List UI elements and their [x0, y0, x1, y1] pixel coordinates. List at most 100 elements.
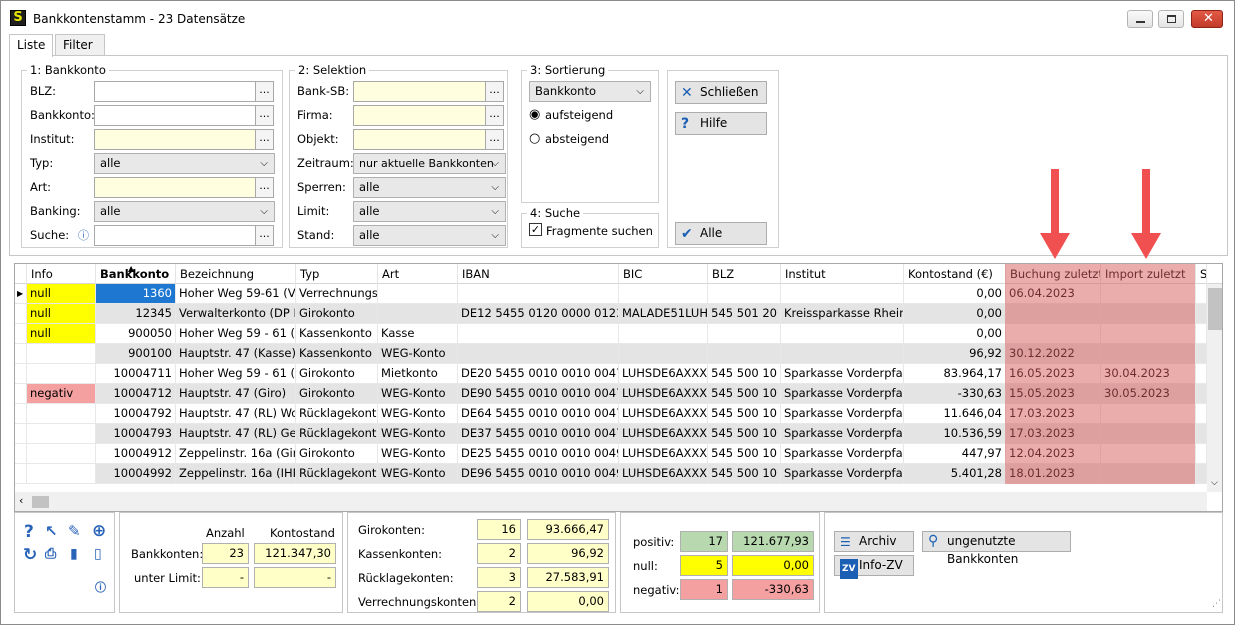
cell-stand[interactable]: 447,97: [904, 444, 1006, 464]
cell-imp[interactable]: [1101, 344, 1196, 364]
hilfe-button[interactable]: ? Hilfe: [675, 112, 767, 135]
cell-art[interactable]: [378, 304, 458, 324]
row-indicator[interactable]: [15, 424, 27, 444]
cell-inst[interactable]: Sparkasse Vorderpfalz: [781, 404, 904, 424]
cell-s[interactable]: [1196, 444, 1207, 464]
cell-blz[interactable]: 545 500 10: [708, 424, 781, 444]
cell-art[interactable]: WEG-Konto: [378, 404, 458, 424]
cell-bic[interactable]: LUHSDE6AXXX: [619, 424, 708, 444]
column-header-bic[interactable]: BIC: [619, 264, 708, 284]
cell-bez[interactable]: Hoher Weg 59 - 61 (Ka: [176, 324, 296, 344]
column-header-info[interactable]: Info: [27, 264, 96, 284]
cell-buch[interactable]: 12.04.2023: [1006, 444, 1101, 464]
objekt-lookup-button[interactable]: ...: [485, 129, 504, 150]
cell-typ[interactable]: Kassenkonto: [296, 324, 378, 344]
row-indicator[interactable]: [15, 444, 27, 464]
scroll-left-icon[interactable]: ‹: [19, 494, 23, 507]
horizontal-scrollbar[interactable]: ‹: [15, 492, 1207, 511]
column-header-institut[interactable]: Institut: [781, 264, 904, 284]
cell-inst[interactable]: Kreissparkasse Rhein-F: [781, 304, 904, 324]
cell-typ[interactable]: Rücklagekonto: [296, 404, 378, 424]
fragmente-checkbox[interactable]: ✓: [529, 223, 542, 236]
cell-iban[interactable]: DE12 5455 0120 0000 0123 45: [458, 304, 619, 324]
cell-bez[interactable]: Hauptstr. 47 (Giro): [176, 384, 296, 404]
cell-art[interactable]: WEG-Konto: [378, 384, 458, 404]
row-indicator[interactable]: [15, 404, 27, 424]
pencil-icon[interactable]: ✎: [68, 522, 81, 540]
table-row[interactable]: 10004912 Zeppelinstr. 16a (Giro) Girokonto…: [15, 444, 1207, 464]
table-row[interactable]: null 12345 Verwalterkonto (DP Im Girokonto D…: [15, 304, 1207, 324]
print-icon[interactable]: ⎙: [45, 546, 56, 562]
cell-konto[interactable]: 10004711: [96, 364, 176, 384]
cell-buch[interactable]: 15.05.2023: [1006, 384, 1101, 404]
cell-blz[interactable]: [708, 284, 781, 304]
cell-bez[interactable]: Hauptstr. 47 (RL) Woh: [176, 404, 296, 424]
cell-typ[interactable]: Rücklagekonto: [296, 424, 378, 444]
cell-konto[interactable]: 12345: [96, 304, 176, 324]
banksb-input[interactable]: [353, 81, 486, 102]
cell-blz[interactable]: [708, 344, 781, 364]
limit-select[interactable]: alle ⌵: [353, 201, 506, 222]
fragmente-label[interactable]: Fragmente suchen: [546, 224, 653, 238]
art-input[interactable]: [94, 177, 256, 198]
cell-imp[interactable]: 30.05.2023: [1101, 384, 1196, 404]
row-indicator[interactable]: ▶: [15, 284, 27, 304]
cell-konto[interactable]: 900100: [96, 344, 176, 364]
banksb-lookup-button[interactable]: ...: [485, 81, 504, 102]
cell-art[interactable]: WEG-Konto: [378, 444, 458, 464]
info-icon[interactable]: ⓘ: [78, 227, 89, 243]
cell-typ[interactable]: Girokonto: [296, 444, 378, 464]
cell-konto[interactable]: 900050: [96, 324, 176, 344]
typ-select[interactable]: alle ⌵: [94, 153, 275, 174]
row-indicator[interactable]: [15, 344, 27, 364]
cell-art[interactable]: WEG-Konto: [378, 344, 458, 364]
institut-input[interactable]: [94, 129, 256, 150]
row-indicator[interactable]: [15, 324, 27, 344]
objekt-input[interactable]: [353, 129, 486, 150]
column-header-typ[interactable]: Typ: [296, 264, 378, 284]
cell-bez[interactable]: Hoher Weg 59 - 61 (Gi: [176, 364, 296, 384]
firma-input[interactable]: [353, 105, 486, 126]
column-header-kontostand[interactable]: Kontostand (€): [904, 264, 1006, 284]
cell-info[interactable]: [27, 424, 96, 444]
infozv-button[interactable]: ZV Info-ZV: [834, 555, 914, 579]
zeitraum-select[interactable]: nur aktuelle Bankkonten ⌵: [353, 153, 506, 174]
bankkonto-input[interactable]: [94, 105, 256, 126]
column-header-bezeichnung[interactable]: Bezeichnung: [176, 264, 296, 284]
cell-stand[interactable]: 0,00: [904, 284, 1006, 304]
close-window-button[interactable]: ✕: [1191, 10, 1223, 28]
cell-typ[interactable]: Girokonto: [296, 304, 378, 324]
cell-inst[interactable]: Sparkasse Vorderpfalz: [781, 464, 904, 484]
cell-buch[interactable]: 16.05.2023: [1006, 364, 1101, 384]
cell-inst[interactable]: Sparkasse Vorderpfalz: [781, 384, 904, 404]
cell-buch[interactable]: [1006, 324, 1101, 344]
sperren-select[interactable]: alle ⌵: [353, 177, 506, 198]
bankkonto-lookup-button[interactable]: ...: [255, 105, 274, 126]
cell-bez[interactable]: Zeppelinstr. 16a (Giro): [176, 444, 296, 464]
cell-info[interactable]: [27, 404, 96, 424]
cell-stand[interactable]: 0,00: [904, 304, 1006, 324]
cell-blz[interactable]: 545 500 10: [708, 444, 781, 464]
office-icon[interactable]: ▮: [70, 546, 78, 562]
cell-typ[interactable]: Kassenkonto: [296, 344, 378, 364]
cell-s[interactable]: [1196, 424, 1207, 444]
column-header-buchung[interactable]: Buchung zuletzt: [1006, 264, 1101, 284]
resize-grip-icon[interactable]: ⋰: [1212, 599, 1221, 609]
cell-stand[interactable]: 96,92: [904, 344, 1006, 364]
ungenutzte-bankkonten-button[interactable]: ⚲ ungenutzte Bankkonten: [922, 531, 1071, 566]
cell-blz[interactable]: 545 500 10: [708, 384, 781, 404]
cell-iban[interactable]: DE25 5455 0010 0010 0049 12: [458, 444, 619, 464]
cell-blz[interactable]: 545 500 10: [708, 464, 781, 484]
cell-stand[interactable]: 5.401,28: [904, 464, 1006, 484]
column-header-blz[interactable]: BLZ: [708, 264, 781, 284]
cell-info[interactable]: [27, 344, 96, 364]
cell-imp[interactable]: [1101, 404, 1196, 424]
cell-typ[interactable]: Girokonto: [296, 364, 378, 384]
refresh-icon[interactable]: ↻: [23, 545, 37, 565]
cell-stand[interactable]: 10.536,59: [904, 424, 1006, 444]
cell-iban[interactable]: DE37 5455 0010 0010 0047 93: [458, 424, 619, 444]
column-header-iban[interactable]: IBAN: [458, 264, 619, 284]
radio-asc-label[interactable]: aufsteigend: [545, 108, 613, 122]
cell-blz[interactable]: [708, 324, 781, 344]
cell-bez[interactable]: Zeppelinstr. 16a (IHR): [176, 464, 296, 484]
